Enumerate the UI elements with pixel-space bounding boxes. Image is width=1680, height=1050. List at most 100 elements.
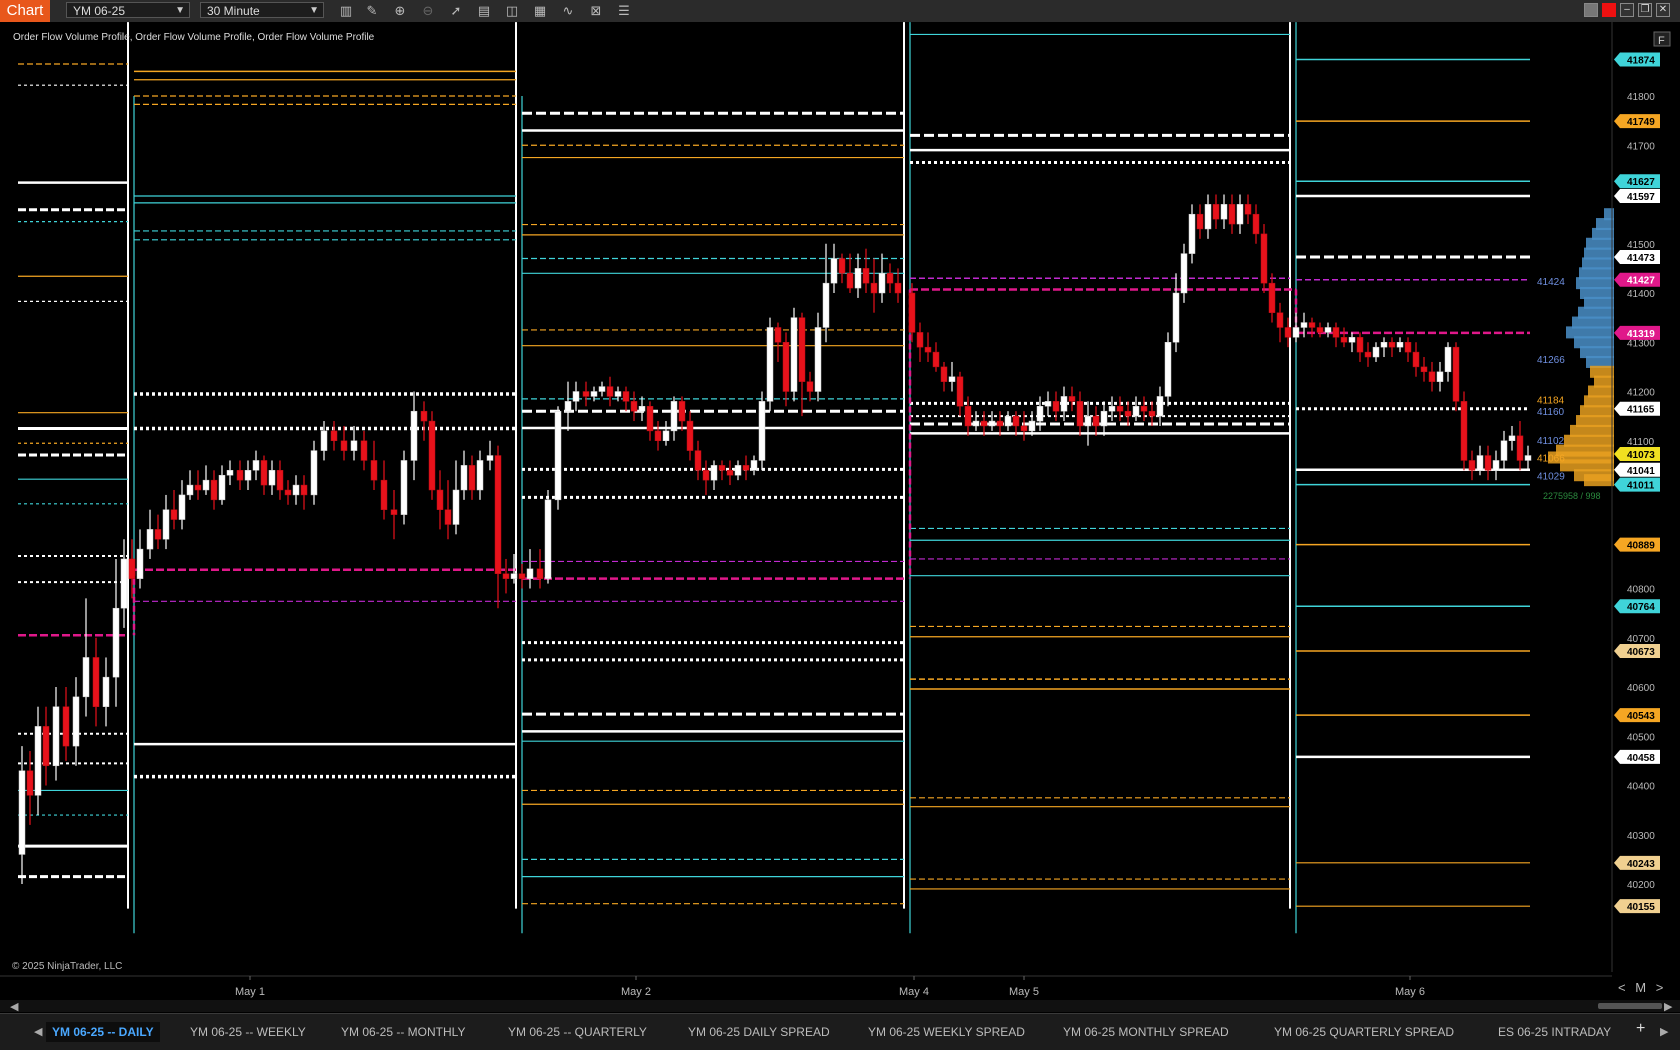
split-panel-icon[interactable]: ◫ [504,3,520,19]
copyright-text: © 2025 NinjaTrader, LLC [12,961,122,972]
candle-up [638,406,646,412]
minimize-icon[interactable]: – [1620,3,1634,17]
candle-up [1100,410,1108,427]
candle-up [320,430,328,451]
zoom-out-icon[interactable]: ⊖ [420,3,436,19]
profile-footer: 2275958 / 998 [1543,491,1601,501]
candle-down [1244,204,1252,215]
candle-down [1068,396,1076,402]
candle-down [932,351,940,368]
close-icon[interactable]: ✕ [1656,3,1670,17]
candle-up [112,607,120,678]
candle-up [486,455,494,461]
interval-selector[interactable]: 30 Minute ▼ [200,2,324,18]
tabs-prev-icon[interactable]: ◀ [34,1025,42,1038]
candle-up [1476,455,1484,471]
candle-up [662,430,670,441]
candle-down [1116,406,1124,412]
candle-up [854,268,862,289]
tab-ym-weekly-spread[interactable]: YM 06-25 WEEKLY SPREAD [868,1022,1025,1042]
zoom-controls: < M > [1618,980,1663,995]
candle-up [972,420,980,427]
price-tick-label: 40500 [1627,732,1655,743]
candle-down [502,573,510,579]
close-red-icon[interactable] [1602,3,1616,17]
price-marker-label: 40458 [1627,753,1655,764]
tab-ym-monthly-spread[interactable]: YM 06-25 MONTHLY SPREAD [1063,1022,1229,1042]
candle-up [750,460,758,471]
candle-down [1268,282,1276,313]
profile-label: 41102 [1537,436,1565,447]
candle-up [410,410,418,461]
zoom-prev-icon[interactable]: < [1618,980,1626,995]
bar-style-icon[interactable]: ▥ [338,3,354,19]
candle-up [572,391,580,402]
candle-up [102,676,110,707]
candle-up [822,282,830,328]
price-marker-label: 41874 [1627,56,1655,67]
candle-down [1428,371,1436,382]
candle-up [554,410,562,501]
candle-up [226,470,234,476]
chart-window-tab[interactable]: Chart [0,0,50,22]
maximize-icon[interactable]: ❐ [1638,3,1652,17]
draw-pencil-icon[interactable]: ✎ [364,3,380,19]
candle-down [468,465,476,491]
candle-down [742,465,750,471]
candle-up [758,401,766,461]
tab-ym-quarterly-spread[interactable]: YM 06-25 QUARTERLY SPREAD [1274,1022,1454,1042]
add-tab-icon[interactable]: + [1636,1020,1645,1038]
candle-down [26,770,34,796]
scroll-right-icon[interactable]: ▶ [1664,1000,1672,1013]
candle-down [870,282,878,294]
scroll-left-icon[interactable]: ◀ [10,1000,18,1013]
tab-ym-monthly[interactable]: YM 06-25 -- MONTHLY [341,1022,465,1042]
candle-down [1308,322,1316,328]
candle-up [202,479,210,491]
zoom-in-icon[interactable]: ⊕ [392,3,408,19]
candle-down [838,258,846,274]
candle-up [146,529,154,550]
candle-up [1004,415,1012,427]
data-box-icon[interactable]: ▤ [476,3,492,19]
candle-up [734,465,742,476]
tabs-next-icon[interactable]: ▶ [1660,1025,1668,1038]
properties-icon[interactable]: ⊠ [588,3,604,19]
instrument-selector[interactable]: YM 06-25 ▼ [66,2,190,18]
profile-label: 41160 [1537,407,1565,418]
tab-es-intraday[interactable]: ES 06-25 INTRADAY [1498,1022,1611,1042]
tab-ym-daily[interactable]: YM 06-25 -- DAILY [46,1022,160,1042]
candle-up [1372,346,1380,358]
price-tick-label: 40700 [1627,634,1655,645]
zoom-next-icon[interactable]: > [1656,980,1664,995]
indicator-label: Order Flow Volume Profile, Order Flow Vo… [13,32,375,43]
indicators-icon[interactable]: ▦ [532,3,548,19]
strategy-icon[interactable]: ∿ [560,3,576,19]
candle-down [284,489,292,496]
candle-down [916,332,924,348]
candle-down [300,484,308,496]
restore-icon[interactable] [1584,3,1598,17]
tab-ym-quarterly[interactable]: YM 06-25 -- QUARTERLY [508,1022,647,1042]
price-chart[interactable]: 41424 41266 4118441160 41102 41066 41029 22759… [0,22,1680,1000]
candle-down [606,386,614,397]
pointer-icon[interactable]: ➚ [448,3,464,19]
tab-ym-weekly[interactable]: YM 06-25 -- WEEKLY [190,1022,306,1042]
candle-down [1212,204,1220,220]
zoom-label[interactable]: M [1635,980,1646,995]
candle-down [940,366,948,382]
chart-trader-icon[interactable]: ☰ [616,3,632,19]
candle-up [1156,396,1164,417]
chart-toolbar: Chart YM 06-25 ▼ 30 Minute ▼ ▥ ✎ ⊕ ⊖ ➚ ▤… [0,0,1680,23]
candle-down [370,460,378,481]
horizontal-scrollbar[interactable]: ◀ ▶ [0,1000,1680,1013]
candle-up [1132,406,1140,417]
price-tick-label: 41400 [1627,289,1655,300]
candle-down [1468,460,1476,471]
tab-ym-daily-spread[interactable]: YM 06-25 DAILY SPREAD [688,1022,830,1042]
candle-up [510,573,518,579]
scroll-thumb[interactable] [1598,1003,1662,1009]
candle-up [1436,371,1444,382]
price-marker-label: 40673 [1627,647,1655,658]
candle-down [154,529,162,540]
